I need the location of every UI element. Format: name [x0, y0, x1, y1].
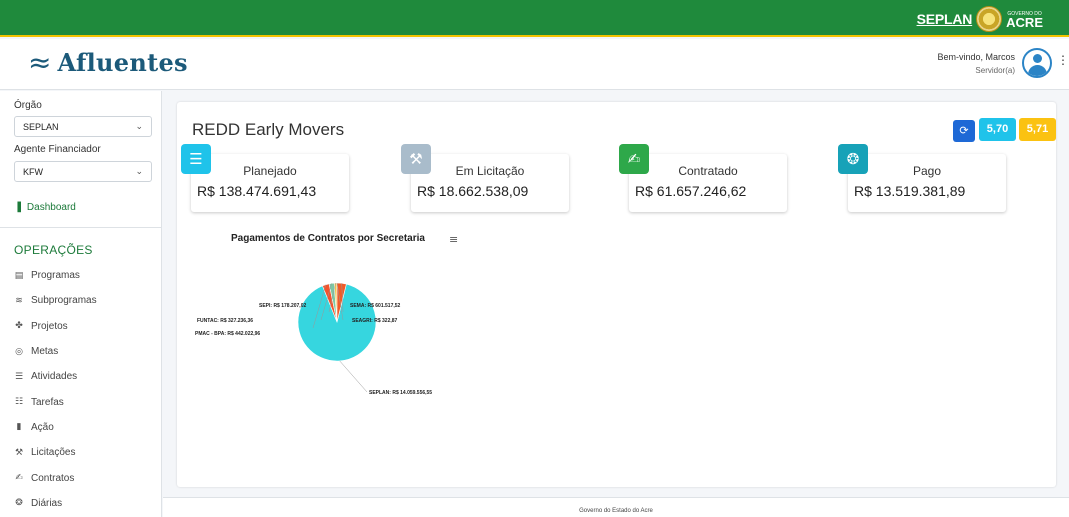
signature-icon: ✍	[15, 473, 23, 484]
app-header: ≈ Afluentes Bem-vindo, Marcos Servidor(a…	[0, 39, 1069, 90]
government-brand-logo: SEPLAN GOVERNO DO ACRE	[917, 6, 1043, 32]
page-title: REDD Early Movers	[192, 120, 345, 139]
app-name: Afluentes	[57, 48, 188, 77]
bar-chart-icon: ▐	[14, 202, 21, 213]
chevron-down-icon: ⌄	[135, 166, 143, 176]
agente-select[interactable]: KFW ⌄	[14, 161, 152, 182]
section-title-operacoes: OPERAÇÕES	[14, 243, 93, 257]
nav-list: ▤ Programas ≋ Subprogramas ✤ Projetos ◎ Meta…	[14, 263, 160, 516]
avatar[interactable]	[1022, 48, 1052, 78]
seplan-brand: SEPLAN	[916, 11, 973, 27]
checklist-icon: ☷	[14, 397, 24, 408]
chart-title: Pagamentos de Contratos por Secretaria	[231, 233, 425, 244]
sidebar-item-tarefas[interactable]: ☷ Tarefas	[14, 389, 160, 414]
orgao-select[interactable]: SEPLAN ⌄	[14, 116, 152, 137]
sidebar-item-licitacoes[interactable]: ⚒ Licitações	[14, 440, 160, 465]
sidebar-item-acao[interactable]: ▮ Ação	[14, 415, 160, 440]
state-seal-icon	[976, 6, 1003, 32]
stat-card-pago: ❂ Pago R$ 13.519.381,89	[838, 144, 1006, 212]
sidebar-item-atividades[interactable]: ☰ Atividades	[14, 364, 160, 389]
app-logo[interactable]: ≈ Afluentes	[28, 48, 188, 77]
user-role: Servidor(a)	[975, 66, 1015, 75]
acre-brand: GOVERNO DO ACRE	[1006, 10, 1043, 30]
sidebar-item-subprogramas[interactable]: ≋ Subprogramas	[14, 288, 160, 313]
dashboard-card: REDD Early Movers ⟳ 5,70 5,71 ☰ Planejad…	[177, 102, 1056, 487]
pie-chart: SEPLAN: R$ 14.059.556,55 PMAC - BPA: R$ 4…	[195, 282, 432, 396]
target-icon: ◎	[15, 346, 23, 357]
book-icon: ▤	[14, 270, 24, 281]
sidebar-item-metas[interactable]: ◎ Metas	[14, 339, 160, 364]
gavel-icon: ⚒	[14, 447, 24, 458]
sidebar-item-contratos[interactable]: ✍ Contratos	[14, 465, 160, 490]
tasks-icon: ✤	[15, 321, 23, 332]
sidebar-item-diarias[interactable]: ❂ Diárias	[14, 491, 160, 516]
refresh-icon: ⟳	[959, 124, 969, 137]
orgao-label: Órgão	[14, 100, 42, 111]
top-bar: SEPLAN GOVERNO DO ACRE	[0, 0, 1069, 37]
user-info: Bem-vindo, Marcos Servidor(a)	[937, 51, 1015, 77]
pie-data-label: SEAGRI: R$ 322,87	[352, 318, 398, 324]
list-icon: ☰	[14, 371, 24, 382]
waves-icon: ≈	[28, 45, 52, 79]
clipboard-icon: ▮	[16, 422, 22, 433]
chart-menu-icon[interactable]: ≡	[449, 233, 458, 246]
welcome-text: Bem-vindo, Marcos	[937, 52, 1015, 62]
sidebar-item-programas[interactable]: ▤ Programas	[14, 263, 160, 288]
pie-data-label: SEMA: R$ 601.517,52	[350, 303, 401, 309]
divider	[0, 227, 161, 228]
refresh-button[interactable]: ⟳	[953, 120, 975, 142]
pie-label-connector	[339, 360, 368, 393]
stat-card-em-licitacao: ⚒ Em Licitação R$ 18.662.538,09	[401, 144, 569, 212]
money-icon: ❂	[15, 498, 23, 509]
sidebar-item-dashboard[interactable]: ▐ Dashboard	[14, 202, 76, 213]
more-options-icon[interactable]: ⋮	[1057, 53, 1069, 67]
pie-data-label: PMAC - BPA: R$ 442.022,96	[195, 331, 260, 337]
sidebar-item-projetos[interactable]: ✤ Projetos	[14, 314, 160, 339]
user-icon	[1033, 54, 1042, 63]
stat-card-contratado: ✍ Contratado R$ 61.657.246,62	[619, 144, 787, 212]
chevron-down-icon: ⌄	[135, 121, 143, 131]
pie-data-label: SEPLAN: R$ 14.059.556,55	[369, 390, 432, 396]
stat-card-planejado: ☰ Planejado R$ 138.474.691,43	[181, 144, 349, 212]
rate-badge-a[interactable]: 5,70	[979, 118, 1016, 141]
layers-icon: ≋	[15, 295, 23, 306]
footer: Governo do Estado do Acre	[163, 497, 1069, 517]
sidebar: Órgão SEPLAN ⌄ Agente Financiador KFW ⌄ …	[0, 91, 162, 517]
rate-badge-b[interactable]: 5,71	[1019, 118, 1056, 141]
pie-data-label: SEPI: R$ 178.207,02	[259, 303, 306, 309]
pie-data-label: FUNTAC: R$ 327.236,36	[197, 318, 253, 324]
agente-label: Agente Financiador	[14, 144, 101, 155]
